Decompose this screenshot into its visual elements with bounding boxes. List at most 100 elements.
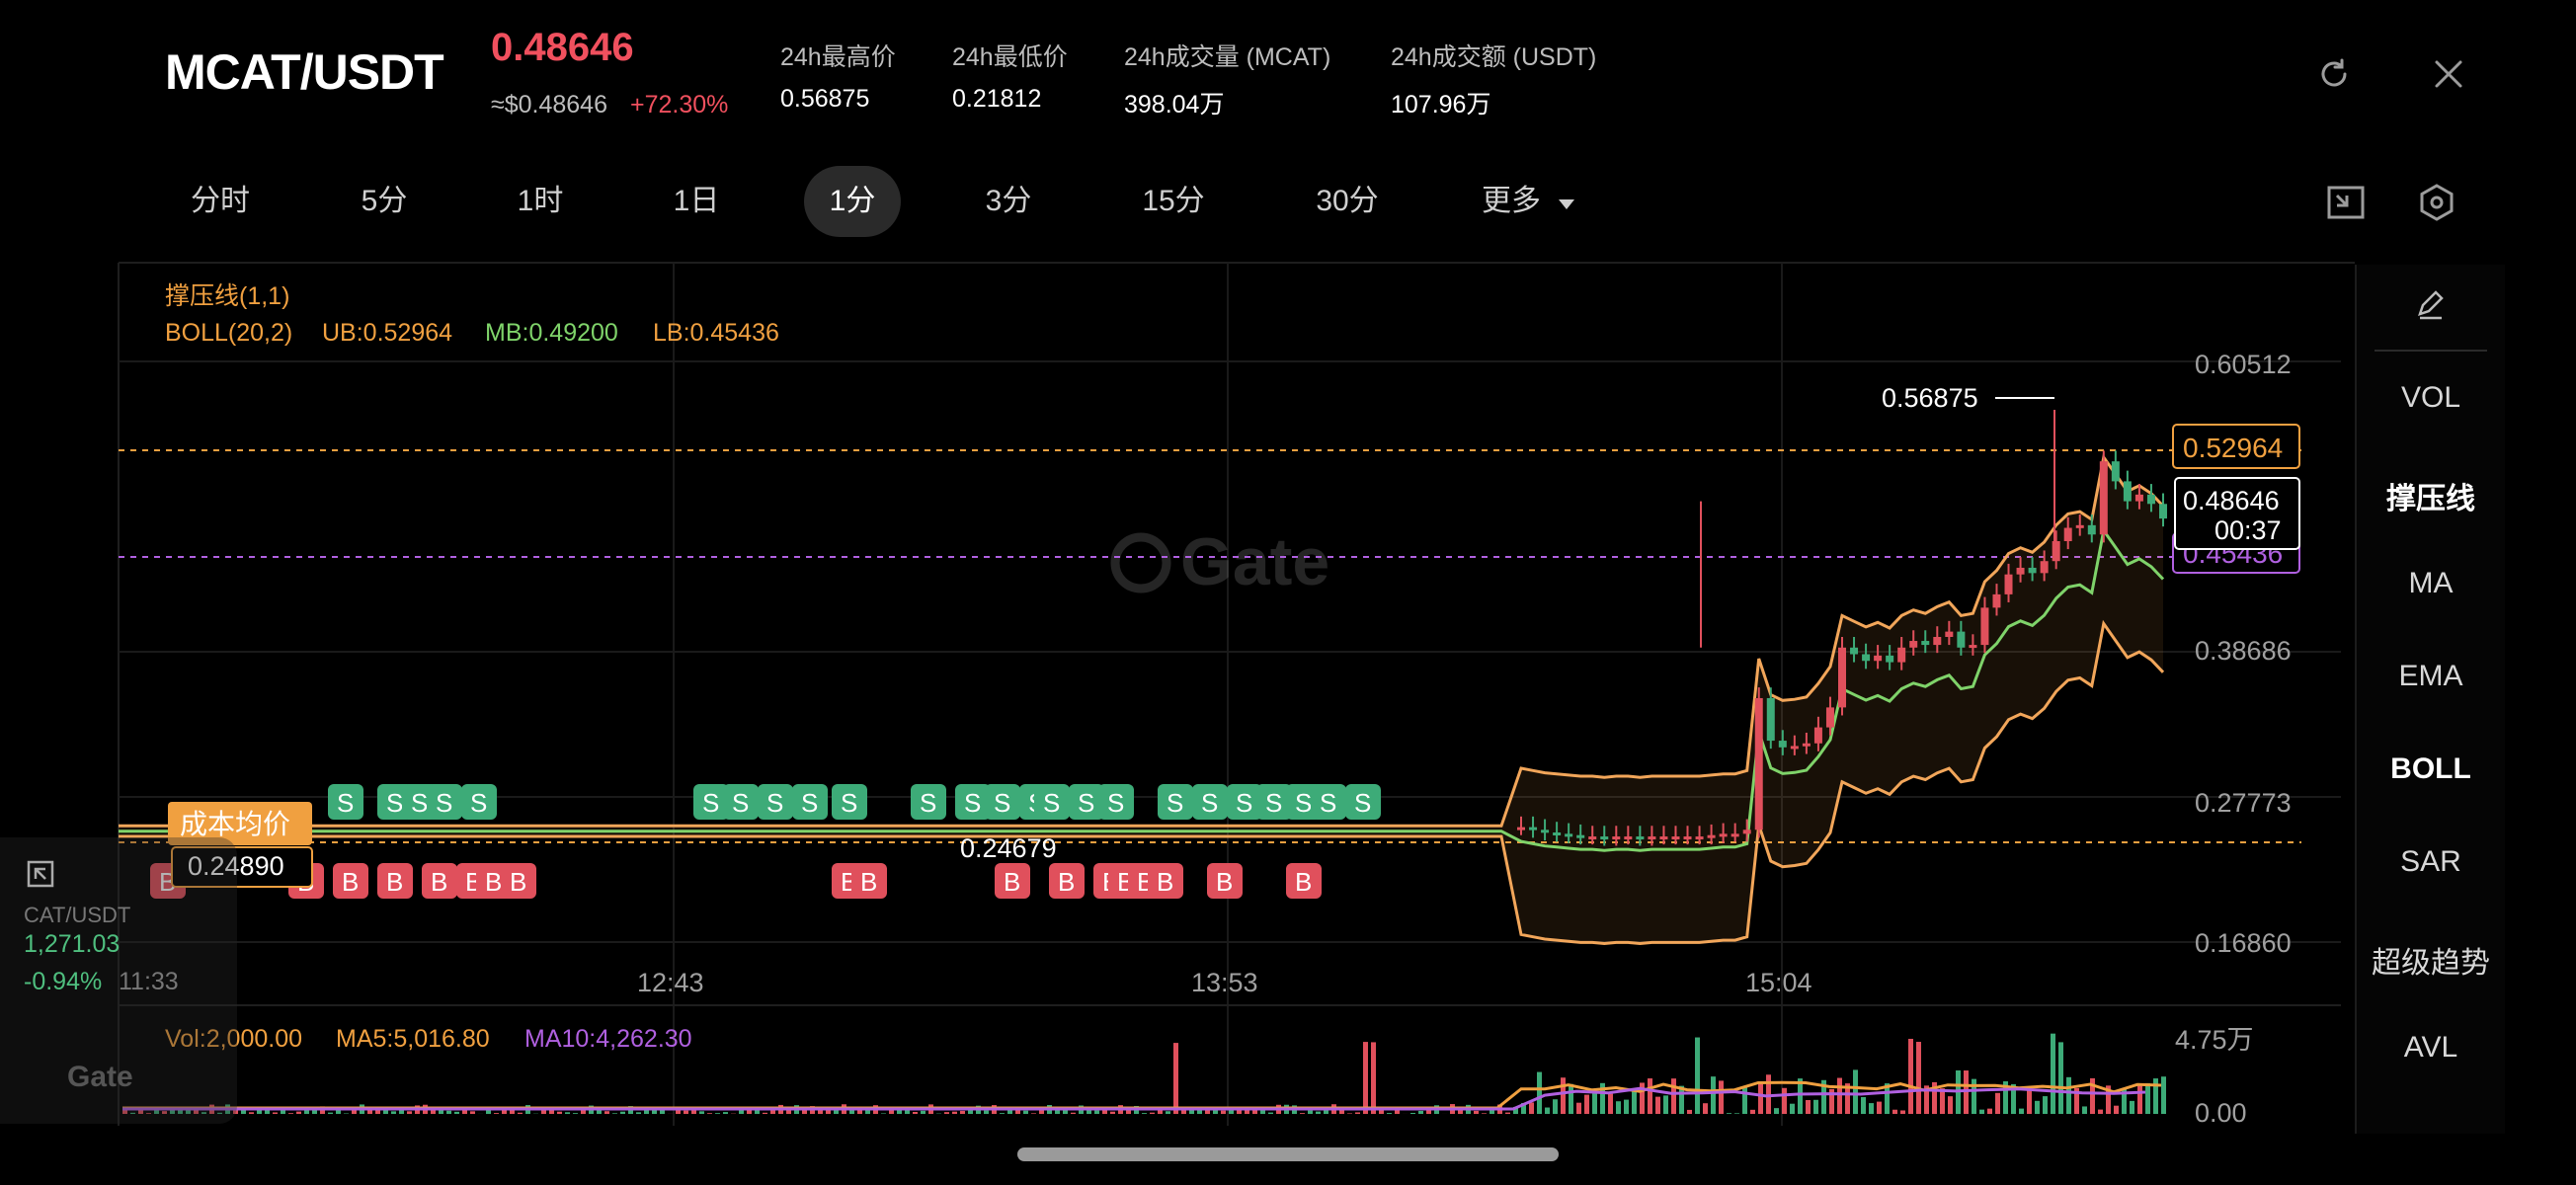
buy-marker: B: [851, 863, 887, 899]
floating-ticker-widget[interactable]: CAT/USDT 1,271.03 -0.94% 11:33 Gate: [0, 837, 237, 1124]
ub-tag-value: 0.52964: [2183, 433, 2283, 463]
price-tick: 0.38686: [2195, 636, 2292, 666]
volume-bar: [1663, 1095, 1668, 1114]
candle-body: [1850, 647, 1859, 655]
candle-body: [1648, 836, 1656, 840]
svg-text:S: S: [920, 788, 936, 818]
svg-text:S: S: [994, 788, 1010, 818]
sell-marker: S: [911, 784, 946, 820]
indicator-supertrend[interactable]: 超级趋势: [2357, 938, 2505, 982]
volume-bar: [407, 1111, 412, 1114]
volume-bar: [1806, 1099, 1811, 1114]
candle-body: [1731, 833, 1739, 837]
candle-body: [1933, 636, 1942, 646]
volume-bar: [2043, 1096, 2048, 1114]
volume-bar: [1173, 1043, 1178, 1114]
volume-bar: [1071, 1112, 1076, 1114]
settings-icon[interactable]: [2414, 180, 2459, 225]
volume-bar: [565, 1112, 570, 1114]
volume-bar: [1410, 1113, 1415, 1114]
volume-bar: [1750, 1109, 1755, 1114]
volume-bar: [2051, 1033, 2055, 1114]
volume-bar: [984, 1110, 989, 1114]
volume-bar: [1237, 1110, 1242, 1114]
widget-pair: CAT/USDT: [24, 903, 131, 927]
candle-body: [1813, 727, 1822, 744]
volume-bar: [1063, 1110, 1068, 1114]
candle-body: [1565, 833, 1573, 837]
volume-bar: [1632, 1089, 1637, 1114]
svg-text:S: S: [1295, 788, 1312, 818]
candle-body: [1600, 836, 1609, 840]
volume-bar: [1347, 1113, 1352, 1114]
sell-marker: S: [758, 784, 793, 820]
volume-bar: [2161, 1076, 2166, 1114]
volume-bar: [1308, 1110, 1313, 1114]
volume-bar: [913, 1111, 918, 1114]
sell-marker: S: [985, 784, 1020, 820]
volume-bar: [1758, 1082, 1763, 1114]
candle-body: [1719, 833, 1728, 837]
candle-body: [2123, 481, 2132, 502]
candle-body: [1517, 827, 1525, 830]
candle-body: [1802, 743, 1811, 747]
volume-bar: [1371, 1042, 1376, 1114]
candle-body: [1612, 836, 1621, 840]
volume-bar: [1695, 1037, 1700, 1114]
edit-icon[interactable]: [2357, 288, 2505, 330]
sell-marker: S: [832, 784, 867, 820]
volume-bar: [1853, 1069, 1858, 1114]
kline-chart[interactable]: Gate SSSSSSSSSSSSSSSSSSSSSSSSBBBBBBBBBBB…: [0, 0, 2355, 1126]
close-icon[interactable]: [2426, 51, 2471, 97]
candle-body: [1909, 641, 1918, 648]
indicator-support-resistance[interactable]: 撑压线: [2357, 474, 2505, 517]
buy-marker: B: [377, 863, 413, 899]
volume-bar: [1545, 1107, 1550, 1114]
indicator-vol[interactable]: VOL: [2357, 381, 2505, 415]
candle-body: [1588, 836, 1597, 840]
ub-price-tag: 0.52964: [2172, 424, 2300, 469]
volume-bar: [288, 1113, 293, 1114]
indicator-sar[interactable]: SAR: [2357, 845, 2505, 879]
volume-bar: [1474, 1110, 1479, 1114]
candle-body: [2063, 527, 2072, 542]
svg-text:B: B: [386, 867, 403, 897]
candle-body: [1742, 830, 1751, 834]
volume-bar: [1987, 1108, 1992, 1114]
boll-lb-value: LB:0.45436: [653, 319, 779, 347]
price-tick: 0.16860: [2195, 928, 2292, 958]
indicator-avl[interactable]: AVL: [2357, 1031, 2505, 1065]
home-indicator[interactable]: [1017, 1147, 1559, 1161]
svg-text:B: B: [431, 867, 447, 897]
volume-bar: [1655, 1096, 1660, 1114]
candle-body: [2004, 574, 2013, 594]
indicator-ema[interactable]: EMA: [2357, 660, 2505, 693]
indicator-ma[interactable]: MA: [2357, 567, 2505, 600]
volume-bar: [612, 1113, 617, 1114]
vol-axis-bottom: 0.00: [2195, 1098, 2247, 1126]
volume-bar: [1537, 1071, 1542, 1114]
volume-bar: [2137, 1085, 2142, 1114]
volume-bar: [470, 1111, 475, 1114]
candle-body: [1553, 832, 1562, 836]
volume-bar: [707, 1113, 712, 1114]
volume-bar: [1979, 1109, 1984, 1114]
volume-bar: [1908, 1038, 1913, 1114]
candle-body: [1945, 631, 1954, 637]
svg-text:S: S: [801, 788, 818, 818]
svg-text:S: S: [1043, 788, 1060, 818]
candle-body: [1992, 593, 2001, 608]
candle-body: [1778, 741, 1787, 748]
sell-marker: S: [723, 784, 759, 820]
volume-bar: [723, 1112, 728, 1114]
price-tick: 0.27773: [2195, 788, 2292, 818]
volume-bar: [1592, 1091, 1597, 1114]
candle-body: [1541, 830, 1550, 833]
candle-body: [2052, 541, 2060, 562]
volume-bar: [1000, 1113, 1005, 1114]
sell-marker: S: [328, 784, 363, 820]
sell-marker: S: [792, 784, 828, 820]
indicator-boll[interactable]: BOLL: [2357, 752, 2505, 786]
volume-bar: [1703, 1103, 1708, 1114]
expand-icon[interactable]: [26, 859, 55, 894]
